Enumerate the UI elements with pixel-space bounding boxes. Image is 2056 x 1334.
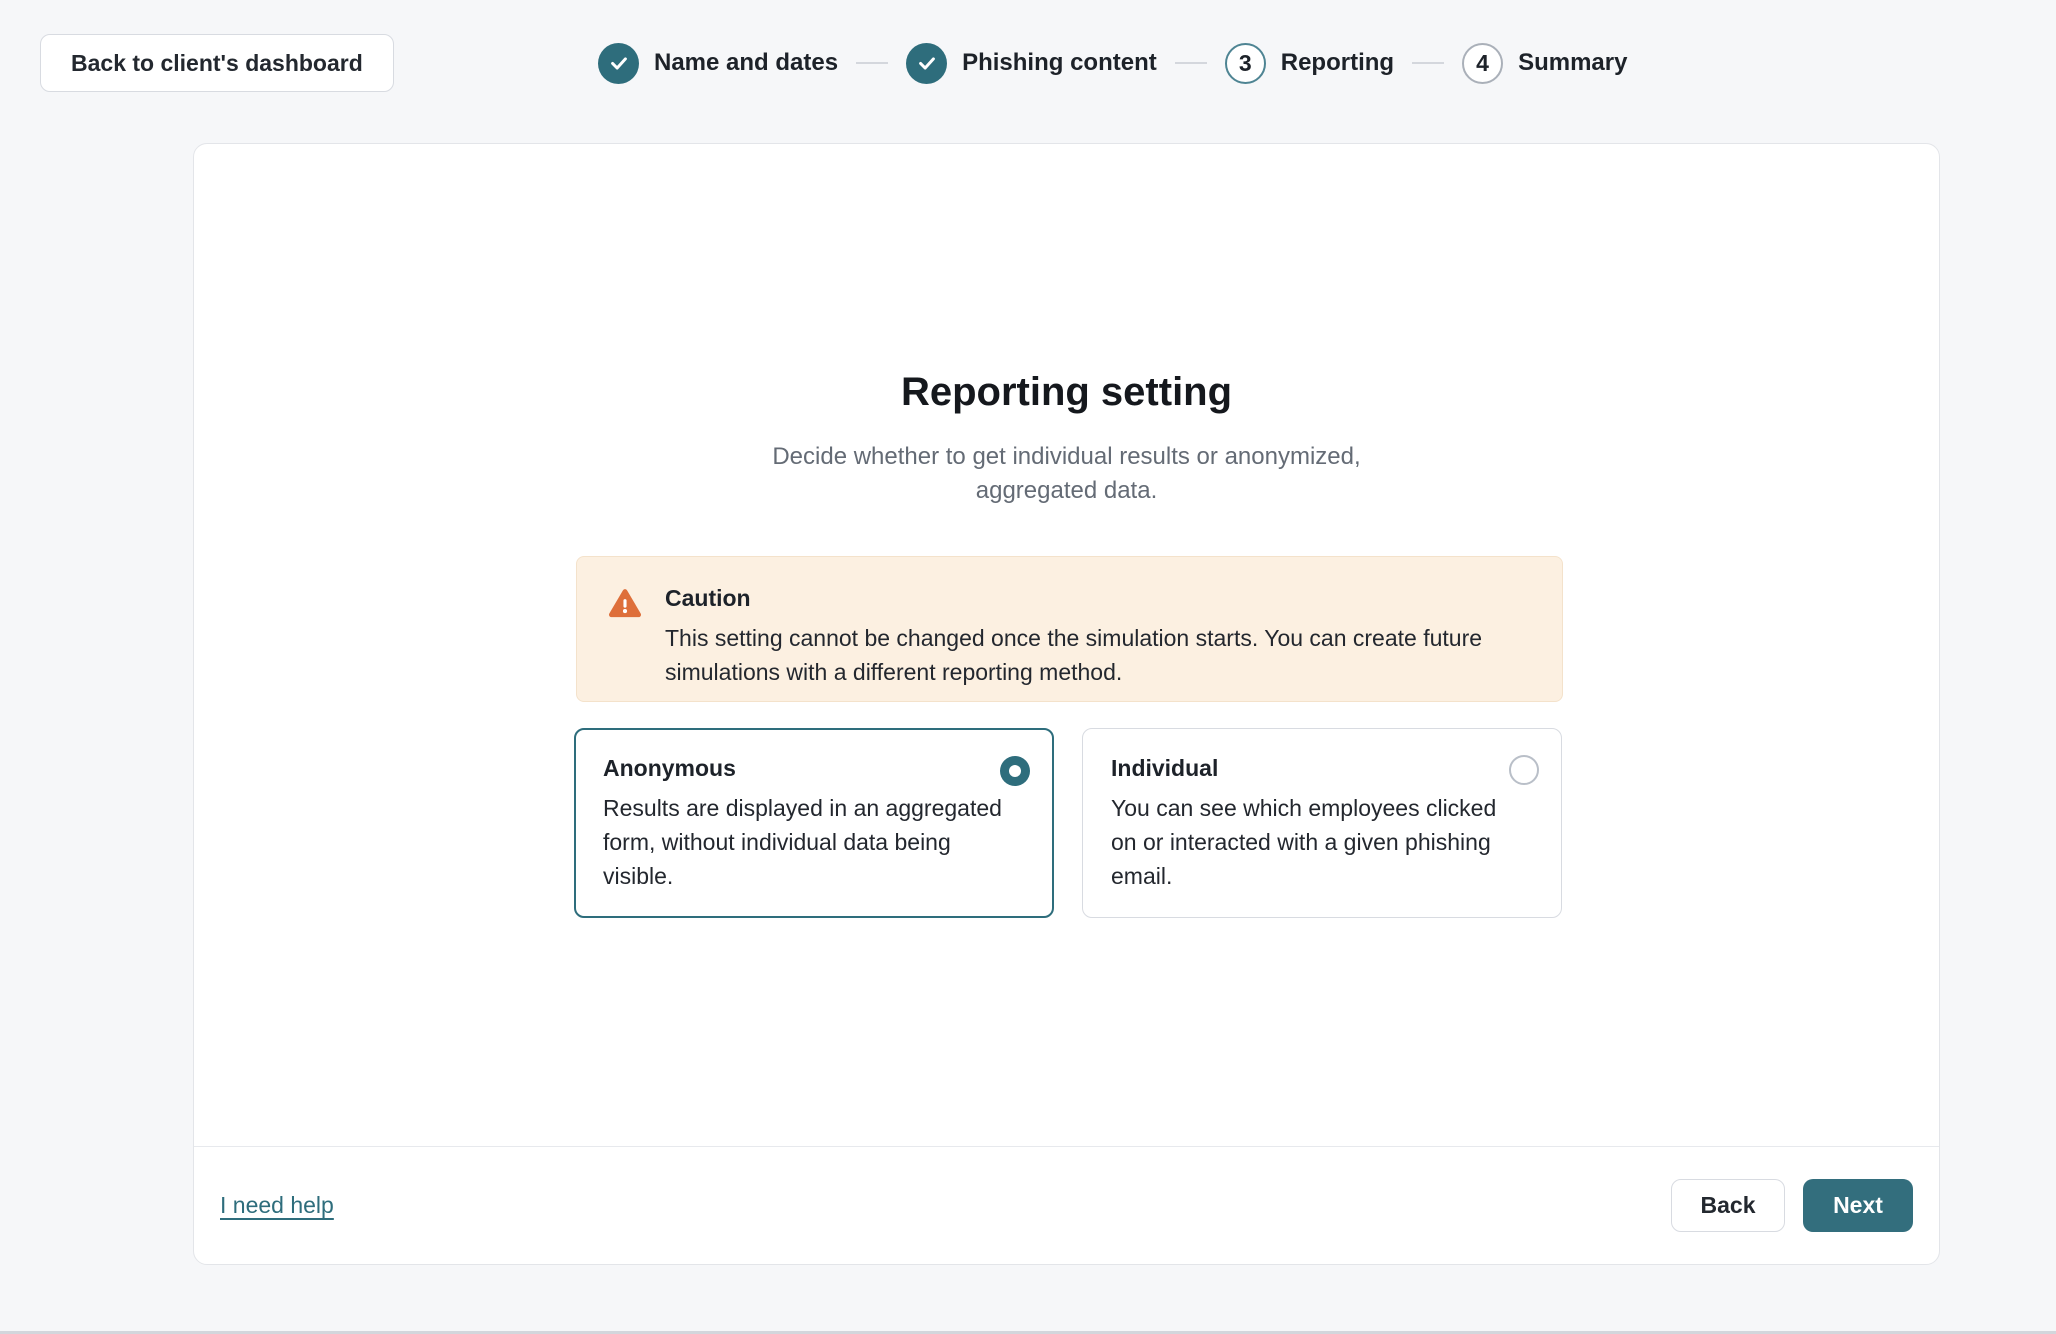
step-3-number: 3 (1239, 50, 1252, 77)
step-1-circle (598, 43, 639, 84)
help-link[interactable]: I need help (220, 1192, 334, 1219)
option-card-individual[interactable]: Individual You can see which employees c… (1082, 728, 1562, 918)
step-3-circle: 3 (1225, 43, 1266, 84)
step-reporting[interactable]: 3 Reporting (1225, 43, 1394, 84)
option-anonymous-description: Results are displayed in an aggregated f… (603, 791, 1013, 893)
wizard-stepper: Name and dates Phishing content 3 Report… (598, 42, 1627, 84)
wizard-card: Reporting setting Decide whether to get … (193, 143, 1940, 1265)
step-4-number: 4 (1476, 50, 1489, 77)
caution-alert: Caution This setting cannot be changed o… (576, 556, 1563, 702)
option-individual-title: Individual (1111, 755, 1533, 782)
option-anonymous-title: Anonymous (603, 755, 1025, 782)
reporting-options: Anonymous Results are displayed in an ag… (574, 728, 1562, 918)
back-to-dashboard-button[interactable]: Back to client's dashboard (40, 34, 394, 92)
caution-text: Caution This setting cannot be changed o… (665, 585, 1532, 689)
check-icon (608, 52, 630, 74)
radio-individual-unselected[interactable] (1509, 755, 1539, 785)
page-subtitle: Decide whether to get individual results… (757, 440, 1377, 508)
step-4-circle: 4 (1462, 43, 1503, 84)
back-button[interactable]: Back (1671, 1179, 1785, 1232)
caution-body: This setting cannot be changed once the … (665, 621, 1532, 689)
step-2-label: Phishing content (962, 49, 1157, 77)
next-button[interactable]: Next (1803, 1179, 1913, 1232)
step-4-label: Summary (1518, 49, 1627, 77)
step-summary[interactable]: 4 Summary (1462, 43, 1627, 84)
step-phishing-content[interactable]: Phishing content (906, 43, 1157, 84)
option-individual-description: You can see which employees clicked on o… (1111, 791, 1521, 893)
option-card-anonymous[interactable]: Anonymous Results are displayed in an ag… (574, 728, 1054, 918)
caution-title: Caution (665, 585, 1532, 612)
check-icon (916, 52, 938, 74)
step-connector (856, 62, 888, 64)
step-2-circle (906, 43, 947, 84)
radio-anonymous-selected[interactable] (1000, 756, 1030, 786)
step-connector (1175, 62, 1207, 64)
step-name-and-dates[interactable]: Name and dates (598, 43, 838, 84)
step-connector (1412, 62, 1444, 64)
warning-triangle-icon (607, 587, 643, 621)
page-title: Reporting setting (194, 370, 1939, 415)
step-3-label: Reporting (1281, 49, 1394, 77)
wizard-footer: I need help Back Next (194, 1146, 1939, 1264)
step-1-label: Name and dates (654, 49, 838, 77)
